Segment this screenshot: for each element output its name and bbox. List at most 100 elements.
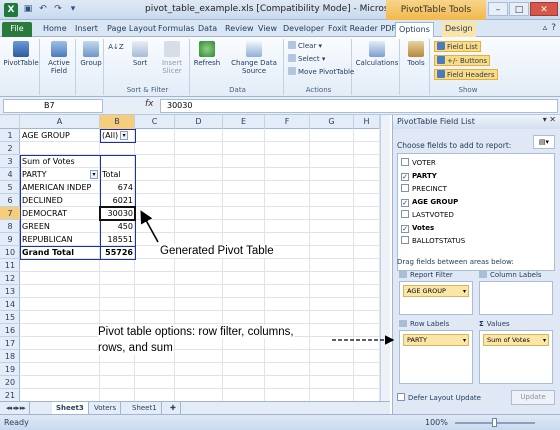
undo-icon[interactable]: ↶	[37, 3, 49, 16]
row-header[interactable]: 11	[0, 259, 20, 272]
excel-app-icon[interactable]: X	[4, 3, 18, 17]
active-field-button[interactable]: Active Field	[42, 41, 76, 75]
row-header[interactable]: 14	[0, 298, 20, 311]
plus-minus-buttons-button[interactable]: +/- Buttons	[434, 55, 491, 66]
row-header[interactable]: 2	[0, 142, 20, 155]
sheet-tab-sheet1[interactable]: Sheet1	[128, 402, 162, 414]
row-header[interactable]: 8	[0, 220, 20, 233]
worksheet-grid[interactable]: A B C D E F G H 1 2 3 4 5 6 7 8 9 10 11 12 13 14 15 16 1…	[0, 115, 390, 401]
insert-slicer-button[interactable]: Insert Slicer	[156, 41, 188, 75]
field-checkbox[interactable]	[401, 236, 409, 244]
field-item-age-group[interactable]: ✓ AGE GROUP	[401, 196, 458, 208]
row-header[interactable]: 5	[0, 181, 20, 194]
field-dropdown-icon[interactable]: ▾	[463, 286, 466, 297]
row-labels-area[interactable]: PARTY ▾	[399, 330, 473, 384]
row-header[interactable]: 17	[0, 337, 20, 350]
field-checkbox[interactable]: ✓	[401, 199, 409, 207]
field-item-voter[interactable]: VOTER	[401, 157, 436, 169]
minimize-ribbon-icon[interactable]: ▵	[543, 23, 548, 33]
tab-developer[interactable]: Developer	[280, 22, 327, 37]
field-item-precinct[interactable]: PRECINCT	[401, 183, 447, 195]
column-labels-area[interactable]	[479, 281, 553, 315]
sort-button[interactable]: Sort	[128, 41, 152, 67]
group-button[interactable]: Group	[78, 41, 104, 67]
report-filter-area[interactable]: AGE GROUP ▾	[399, 281, 473, 315]
field-item-party[interactable]: ✓ PARTY	[401, 170, 437, 182]
clear-button[interactable]: Clear ▾	[288, 41, 322, 52]
save-icon[interactable]: ▣	[22, 3, 34, 16]
tab-options[interactable]: Options	[395, 22, 434, 37]
zoom-level[interactable]: 100%	[425, 418, 448, 427]
row-header[interactable]: 13	[0, 285, 20, 298]
sheet-tab-sheet3[interactable]: Sheet3	[52, 402, 89, 414]
row-header[interactable]: 9	[0, 233, 20, 246]
row-labels-field[interactable]: PARTY ▾	[403, 334, 469, 346]
customize-qat-icon[interactable]: ▾	[67, 3, 79, 16]
minimize-icon[interactable]: –	[488, 2, 508, 16]
defer-checkbox[interactable]	[397, 393, 405, 401]
fx-icon[interactable]: fx	[145, 99, 154, 109]
refresh-button[interactable]: Refresh	[192, 41, 222, 67]
zoom-slider-handle[interactable]	[492, 418, 497, 427]
insert-sheet-icon[interactable]: ✚	[166, 402, 181, 414]
row-header[interactable]: 6	[0, 194, 20, 207]
row-header[interactable]: 20	[0, 376, 20, 389]
values-area[interactable]: Sum of Votes ▾	[479, 330, 553, 384]
column-header-f[interactable]: F	[265, 115, 310, 129]
field-checkbox[interactable]	[401, 210, 409, 218]
row-header[interactable]: 12	[0, 272, 20, 285]
tab-home[interactable]: Home	[40, 22, 70, 37]
row-header[interactable]: 19	[0, 363, 20, 376]
tab-formulas[interactable]: Formulas	[155, 22, 198, 37]
formula-input[interactable]: 30030	[160, 99, 558, 113]
row-header[interactable]: 18	[0, 350, 20, 363]
field-dropdown-icon[interactable]: ▾	[543, 335, 546, 346]
field-item-ballotstatus[interactable]: BALLOTSTATUS	[401, 235, 465, 247]
sheet-tab-voters[interactable]: Voters	[90, 402, 122, 414]
sheet-nav-icon[interactable]: ◂◂ ◂ ▸ ▸▸	[2, 402, 30, 414]
name-box[interactable]: B7	[3, 99, 103, 113]
help-icon[interactable]: ?	[551, 23, 556, 33]
column-header-e[interactable]: E	[223, 115, 265, 129]
defer-layout-update[interactable]: Defer Layout Update	[397, 393, 481, 402]
report-filter-field[interactable]: AGE GROUP ▾	[403, 285, 469, 297]
tab-file[interactable]: File	[2, 22, 32, 37]
select-all-corner[interactable]	[0, 115, 20, 129]
column-header-h[interactable]: H	[354, 115, 380, 129]
sort-az-button[interactable]: A↓Z	[108, 43, 124, 51]
maximize-icon[interactable]: □	[509, 2, 529, 16]
field-dropdown-icon[interactable]: ▾	[463, 335, 466, 346]
tab-insert[interactable]: Insert	[72, 22, 101, 37]
tab-review[interactable]: Review	[222, 22, 257, 37]
column-header-d[interactable]: D	[175, 115, 223, 129]
row-header[interactable]: 15	[0, 311, 20, 324]
change-data-source-button[interactable]: Change Data Source	[226, 41, 282, 75]
field-checkbox[interactable]: ✓	[401, 225, 409, 233]
field-headers-button[interactable]: Field Headers	[434, 69, 498, 80]
move-pivottable-button[interactable]: Move PivotTable	[288, 67, 354, 78]
column-header-c[interactable]: C	[135, 115, 175, 129]
row-header[interactable]: 3	[0, 155, 20, 168]
row-header[interactable]: 1	[0, 129, 20, 142]
column-header-b[interactable]: B	[100, 115, 135, 129]
row-header[interactable]: 16	[0, 324, 20, 337]
column-header-g[interactable]: G	[310, 115, 354, 129]
redo-icon[interactable]: ↷	[52, 3, 64, 16]
field-item-lastvoted[interactable]: LASTVOTED	[401, 209, 454, 221]
update-button[interactable]: Update	[511, 390, 555, 405]
field-checkbox[interactable]: ✓	[401, 173, 409, 181]
row-header[interactable]: 7	[0, 207, 20, 220]
close-icon[interactable]: ✕	[530, 2, 558, 16]
field-item-votes[interactable]: ✓ Votes	[401, 222, 434, 234]
field-checkbox[interactable]	[401, 184, 409, 192]
tab-view[interactable]: View	[255, 22, 280, 37]
field-list-layout-icon[interactable]: ▤▾	[533, 135, 555, 149]
pivottable-button[interactable]: PivotTable	[3, 41, 39, 67]
filter-field-cell[interactable]: AGE GROUP	[20, 129, 100, 142]
tools-button[interactable]: Tools	[402, 41, 430, 67]
calculations-button[interactable]: Calculations	[354, 41, 400, 67]
tab-design[interactable]: Design	[442, 22, 476, 37]
column-header-a[interactable]: A	[20, 115, 100, 129]
row-header[interactable]: 21	[0, 389, 20, 401]
field-list-button[interactable]: Field List	[434, 41, 481, 52]
